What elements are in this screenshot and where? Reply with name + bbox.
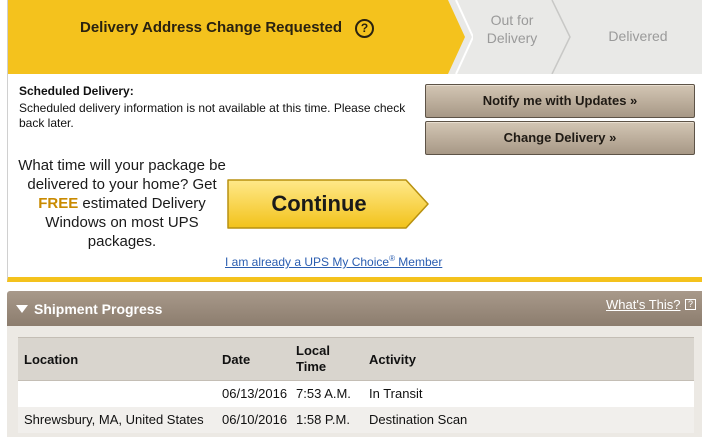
delivery-progress-bar: Delivery Address Change Requested ? Out … [7,0,702,74]
col-date: Date [216,337,290,381]
table-row: 06/13/2016 7:53 A.M. In Transit [18,380,694,407]
collapse-triangle-icon[interactable] [16,305,28,313]
cell-time: 7:53 A.M. [290,380,363,407]
shipment-progress-header[interactable]: Shipment Progress What's This? ? [7,291,702,326]
scheduled-delivery-text: Scheduled delivery information is not av… [19,101,406,130]
continue-label: Continue [271,191,367,216]
cell-activity: In Transit [363,380,694,407]
help-icon[interactable]: ? [355,19,374,38]
table-row: Shrewsbury, MA, United States 06/10/2016… [18,406,694,433]
col-activity: Activity [363,337,694,381]
step-out-for-delivery: Out for Delivery [472,11,552,47]
step-out-line1: Out for [490,12,534,28]
step-delivered: Delivered [608,28,668,44]
cell-activity: Destination Scan [363,406,694,433]
my-choice-promo: What time will your package be delivered… [18,156,226,251]
cell-location: Shrewsbury, MA, United States [18,406,216,433]
question-icon[interactable]: ? [685,299,696,310]
shipment-progress-title: Shipment Progress [34,301,163,317]
promo-text-a: What time will your package be delivered… [18,157,226,193]
step-address-change: Delivery Address Change Requested ? [8,0,473,74]
change-delivery-button[interactable]: Change Delivery » [425,121,695,155]
cell-location [18,380,216,407]
shipment-progress-body: Location Date Local Time Activity 06/13/… [7,326,702,437]
chevron-divider-icon [551,0,571,74]
member-link-suffix: Member [394,255,443,269]
notify-updates-button[interactable]: Notify me with Updates » [425,84,695,118]
cell-time: 1:58 P.M. [290,406,363,433]
col-local-time: Local Time [290,337,363,381]
shipment-table: Location Date Local Time Activity 06/13/… [18,337,694,433]
cell-date: 06/13/2016 [216,380,290,407]
continue-button[interactable]: Continue [224,178,430,230]
promo-free: FREE [38,195,79,212]
table-header-row: Location Date Local Time Activity [18,337,694,381]
delivery-info-panel: Scheduled Delivery: Scheduled delivery i… [7,74,702,282]
cell-date: 06/10/2016 [216,406,290,433]
step-out-line2: Delivery [486,30,538,46]
member-link-text: I am already a UPS My Choice [225,255,390,269]
my-choice-member-link[interactable]: I am already a UPS My Choice® Member [225,254,442,269]
step-active-label: Delivery Address Change Requested [80,19,343,36]
active-step-arrow [8,0,473,74]
whats-this-link[interactable]: What's This? [606,297,681,312]
scheduled-delivery-title: Scheduled Delivery: [19,84,134,98]
col-local-time-label: Local Time [296,343,330,374]
col-location: Location [18,337,216,381]
